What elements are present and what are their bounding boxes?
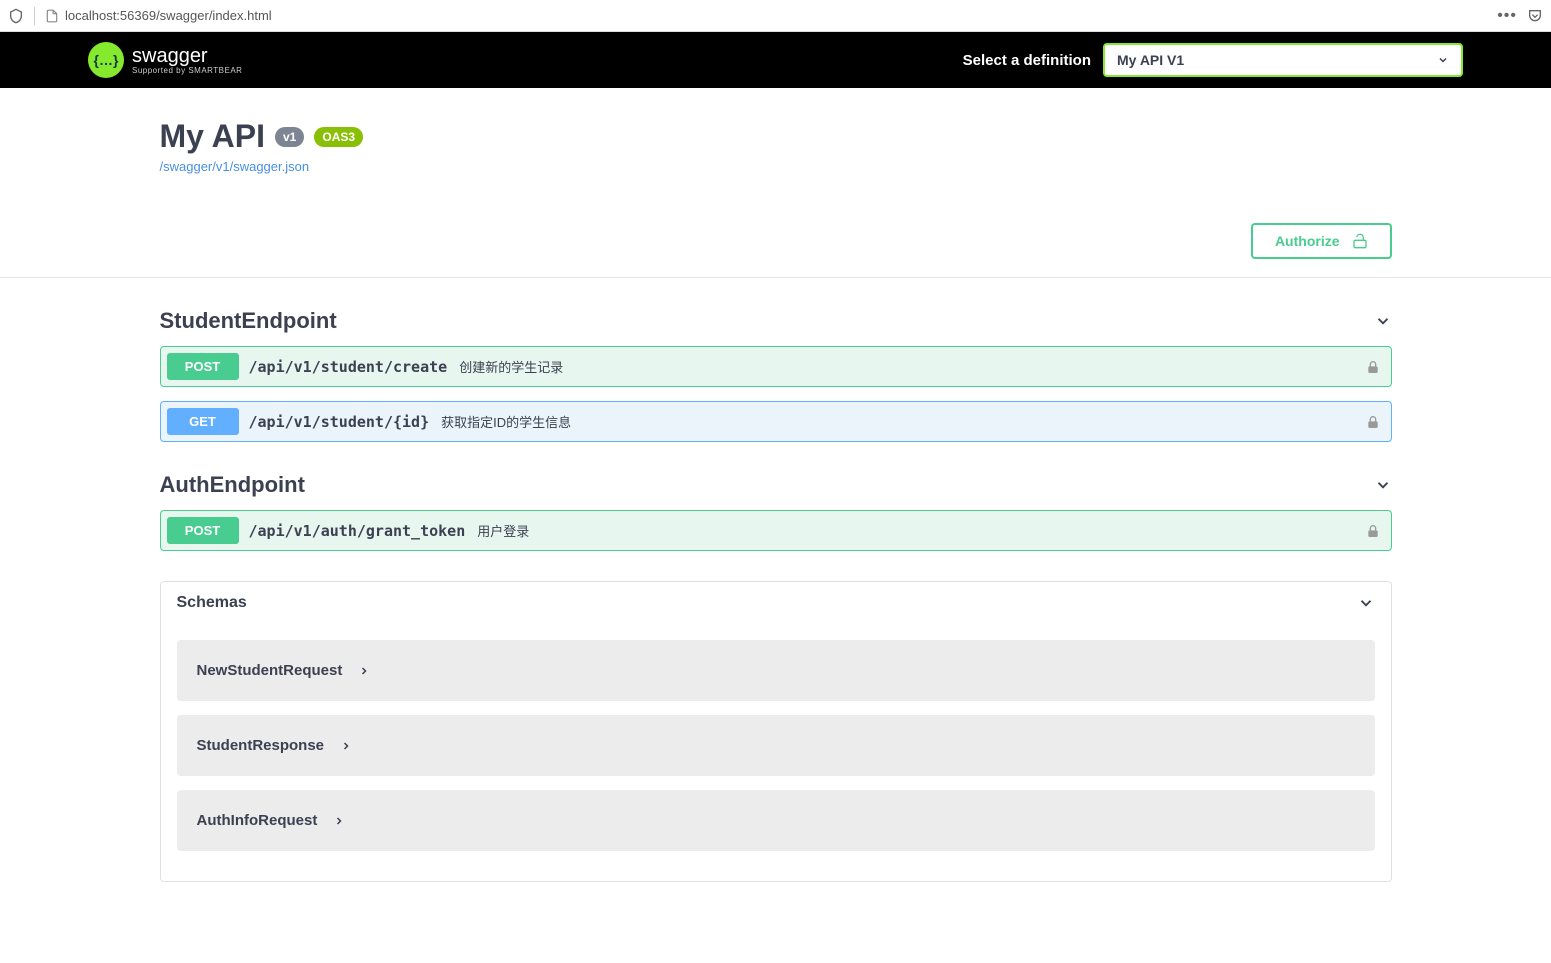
browser-left-icons xyxy=(8,7,59,25)
operation-row[interactable]: POST /api/v1/auth/grant_token 用户登录 xyxy=(160,510,1392,551)
chevron-right-icon xyxy=(358,665,370,677)
swagger-topbar: {…} swagger Supported by SMARTBEAR Selec… xyxy=(0,32,1551,88)
spec-link[interactable]: /swagger/v1/swagger.json xyxy=(160,159,1392,174)
schema-name: AuthInfoRequest xyxy=(197,812,318,829)
operation-path: /api/v1/student/{id} xyxy=(249,413,430,431)
operation-row[interactable]: GET /api/v1/student/{id} 获取指定ID的学生信息 xyxy=(160,401,1392,442)
operation-summary: 创建新的学生记录 xyxy=(459,357,563,376)
operation-summary: 用户登录 xyxy=(477,521,529,540)
chevron-down-icon xyxy=(1437,54,1449,66)
divider xyxy=(34,7,35,25)
method-badge-get: GET xyxy=(167,408,239,435)
browser-right-icons: ••• xyxy=(1497,7,1543,25)
info-section: My API v1 OAS3 /swagger/v1/swagger.json xyxy=(0,88,1551,194)
chevron-down-icon xyxy=(1374,312,1392,330)
swagger-logo-text: swagger Supported by SMARTBEAR xyxy=(132,45,242,76)
lock-icon[interactable] xyxy=(1365,523,1381,539)
operation-row[interactable]: POST /api/v1/student/create 创建新的学生记录 xyxy=(160,346,1392,387)
chevron-down-icon xyxy=(1374,476,1392,494)
schemas-section: Schemas NewStudentRequest StudentRespons… xyxy=(160,581,1392,882)
chevron-right-icon xyxy=(333,815,345,827)
schemas-header[interactable]: Schemas xyxy=(161,582,1391,624)
chevron-down-icon xyxy=(1357,594,1375,612)
unlock-icon xyxy=(1352,233,1368,249)
schema-item[interactable]: StudentResponse xyxy=(177,715,1375,776)
page-icon xyxy=(45,9,59,23)
definition-select[interactable]: My API V1 xyxy=(1103,43,1463,77)
version-badge: v1 xyxy=(275,127,304,147)
schema-item[interactable]: NewStudentRequest xyxy=(177,640,1375,701)
auth-section: Authorize xyxy=(0,194,1551,277)
oas-badge: OAS3 xyxy=(314,127,363,147)
chevron-right-icon xyxy=(340,740,352,752)
method-badge-post: POST xyxy=(167,353,239,380)
operation-path: /api/v1/auth/grant_token xyxy=(249,522,466,540)
schemas-title: Schemas xyxy=(177,594,247,612)
authorize-button[interactable]: Authorize xyxy=(1251,223,1392,259)
tag-header[interactable]: AuthEndpoint xyxy=(160,462,1392,510)
lock-icon[interactable] xyxy=(1365,414,1381,430)
definition-select-value: My API V1 xyxy=(1117,52,1184,68)
schema-name: NewStudentRequest xyxy=(197,662,343,679)
operation-summary: 获取指定ID的学生信息 xyxy=(441,412,571,431)
browser-address-bar: localhost:56369/swagger/index.html ••• xyxy=(0,0,1551,32)
authorize-button-label: Authorize xyxy=(1275,233,1340,249)
swagger-logo-icon: {…} xyxy=(88,42,124,78)
operation-path: /api/v1/student/create xyxy=(249,358,448,376)
pocket-icon[interactable] xyxy=(1527,8,1543,24)
shield-icon[interactable] xyxy=(8,8,24,24)
tag-name: AuthEndpoint xyxy=(160,472,305,498)
tag-header[interactable]: StudentEndpoint xyxy=(160,298,1392,346)
definition-label: Select a definition xyxy=(963,52,1091,69)
swagger-subtitle: Supported by SMARTBEAR xyxy=(132,67,242,76)
api-title: My API xyxy=(160,118,266,155)
swagger-logo[interactable]: {…} swagger Supported by SMARTBEAR xyxy=(88,42,242,78)
schema-name: StudentResponse xyxy=(197,737,325,754)
api-title-row: My API v1 OAS3 xyxy=(160,118,1392,155)
more-menu-icon[interactable]: ••• xyxy=(1497,7,1517,25)
schema-item[interactable]: AuthInfoRequest xyxy=(177,790,1375,851)
swagger-brand: swagger xyxy=(132,45,242,67)
definition-selector-area: Select a definition My API V1 xyxy=(963,43,1463,77)
tag-name: StudentEndpoint xyxy=(160,308,337,334)
tag-section: AuthEndpoint POST /api/v1/auth/grant_tok… xyxy=(160,462,1392,551)
method-badge-post: POST xyxy=(167,517,239,544)
tag-section: StudentEndpoint POST /api/v1/student/cre… xyxy=(160,298,1392,442)
lock-icon[interactable] xyxy=(1365,359,1381,375)
url-input[interactable]: localhost:56369/swagger/index.html xyxy=(65,8,1497,23)
